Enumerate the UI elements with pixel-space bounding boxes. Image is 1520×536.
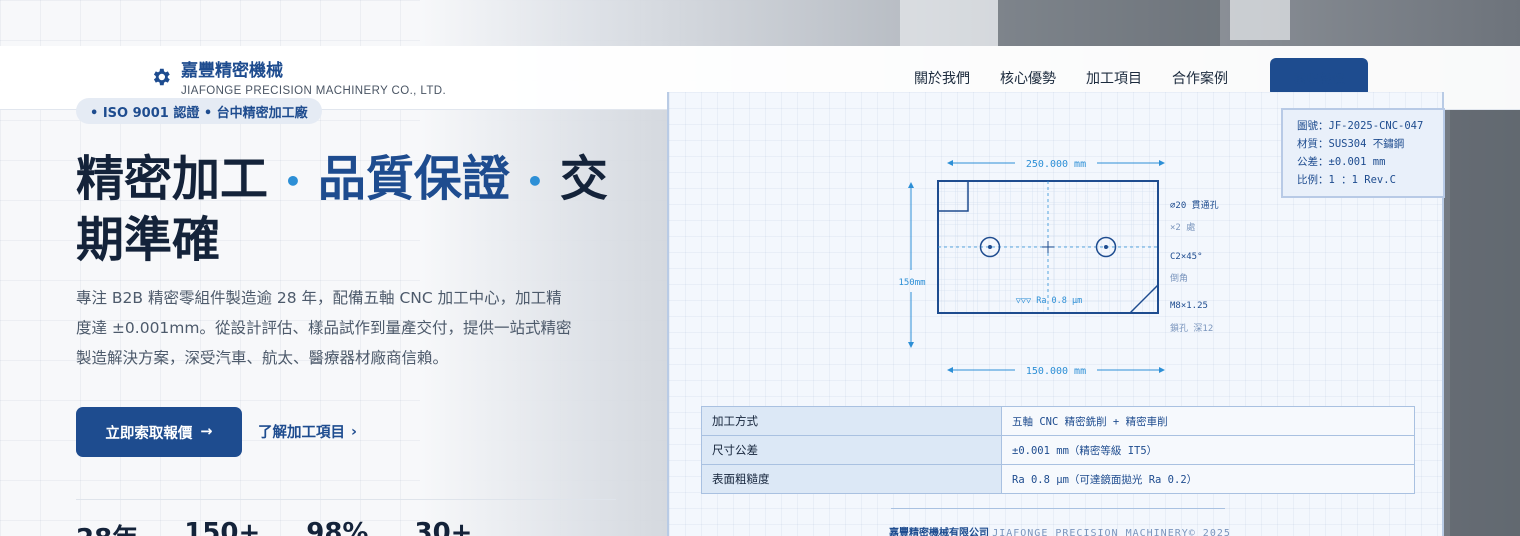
annotation-hole-sub: ×2 處	[1170, 221, 1195, 233]
photo-panel	[1230, 0, 1290, 40]
view-services-link[interactable]: 了解加工項目 ›	[258, 421, 357, 442]
title-block-drawing-no: 圖號：JF-2025-CNC-047	[1297, 120, 1424, 132]
title-separator: •	[284, 165, 302, 198]
gear-icon	[153, 68, 170, 86]
hero-title-part2: 品質保證	[317, 151, 510, 207]
stat-clients: 150+	[184, 518, 261, 536]
spec-key: 表面粗糙度	[701, 464, 1002, 494]
photo-panel	[900, 0, 998, 46]
table-row: 表面粗糙度 Ra 0.8 μm（可達鏡面拋光 Ra 0.2）	[701, 464, 1415, 494]
certification-badge: • ISO 9001 認證 • 台中精密加工廠	[76, 98, 322, 124]
title-block-scale: 比例：1 ：1 Rev.C	[1297, 174, 1396, 186]
dim-left-label: 150mm	[898, 278, 925, 288]
stat-rate: 98%	[306, 518, 369, 536]
hero-title-part1: 精密加工	[76, 151, 269, 207]
annotation-chamfer: C2×45°	[1170, 252, 1203, 262]
view-services-label: 了解加工項目	[258, 425, 345, 441]
hero-divider	[76, 499, 616, 500]
footer-company: 嘉豐精密機械有限公司	[889, 528, 989, 536]
annotation-thread: M8×1.25	[1170, 301, 1208, 311]
spec-value: Ra 0.8 μm（可達鏡面拋光 Ra 0.2）	[1001, 464, 1415, 494]
dim-top-label: 250.000 mm	[1026, 159, 1086, 170]
annotation-thread-sub: 鎖孔 深12	[1170, 322, 1213, 334]
spec-key: 尺寸公差	[701, 435, 1002, 465]
hero-description: 專注 B2B 精密零組件製造逾 28 年，配備五軸 CNC 加工中心，加工精度達…	[76, 289, 572, 367]
company-name-en: JIAFONGE PRECISION MACHINERY CO., LTD.	[181, 85, 447, 97]
hero-title: 精密加工 • 品質保證 • 交期準確	[76, 150, 636, 269]
annotation-hole: ⌀20 貫通孔	[1170, 200, 1219, 211]
nav-services[interactable]: 加工項目	[1086, 68, 1142, 88]
photo-panel	[998, 0, 1220, 46]
stat-countries: 30+	[414, 518, 473, 536]
title-block-material: 材質：SUS304 不鏽鋼	[1297, 138, 1405, 150]
stat-years: 28年	[76, 518, 138, 536]
dim-bottom-label: 150.000 mm	[1026, 366, 1086, 377]
blueprint-card: 250.000 mm 150mm ▽▽▽ Ra 0.8 μm 150.000 m…	[667, 92, 1445, 536]
company-name[interactable]: 嘉豐精密機械	[181, 56, 283, 81]
main-nav: 關於我們 核心優勢 加工項目 合作案例	[914, 68, 1228, 88]
request-quote-label: 立即索取報價	[105, 425, 193, 442]
blueprint-footer-divider	[891, 508, 1225, 509]
spec-table: 加工方式 五軸 CNC 精密銑削 + 精密車削 尺寸公差 ±0.001 mm（精…	[701, 406, 1415, 494]
nav-advantages[interactable]: 核心優勢	[1000, 68, 1056, 88]
photo-panel	[1450, 110, 1520, 536]
stats-row: 28年 150+ 98% 30+	[76, 518, 518, 536]
dimension-top: 250.000 mm	[947, 159, 1165, 170]
table-row: 加工方式 五軸 CNC 精密銑削 + 精密車削	[701, 406, 1415, 436]
spec-value: ±0.001 mm（精密等級 IT5）	[1001, 435, 1415, 465]
drawing-title-block: 圖號：JF-2025-CNC-047 材質：SUS304 不鏽鋼 公差：±0.0…	[1281, 108, 1445, 198]
annotations: ⌀20 貫通孔 ×2 處 C2×45° 倒角 M8×1.25 鎖孔 深12	[1170, 200, 1219, 334]
nav-about[interactable]: 關於我們	[914, 68, 970, 88]
request-quote-button[interactable]: 立即索取報價 →	[76, 407, 242, 457]
table-row: 尺寸公差 ±0.001 mm（精密等級 IT5）	[701, 435, 1415, 465]
arrow-right-icon: →	[200, 424, 213, 440]
title-block-tolerance: 公差：±0.001 mm	[1297, 156, 1386, 168]
part-outline: ▽▽▽ Ra 0.8 μm	[937, 180, 1159, 314]
annotation-chamfer-sub: 倒角	[1170, 272, 1188, 284]
title-separator: •	[525, 165, 544, 198]
dimension-left: 150mm	[898, 182, 926, 348]
dimension-bottom: 150.000 mm	[947, 366, 1165, 377]
blueprint-footer: 嘉豐精密機械有限公司 JIAFONGE PRECISION MACHINERY©…	[889, 524, 1231, 536]
spec-value: 五軸 CNC 精密銑削 + 精密車削	[1001, 406, 1415, 436]
spec-key: 加工方式	[701, 406, 1002, 436]
footer-english: JIAFONGE PRECISION MACHINERY© 2025	[992, 528, 1231, 536]
nav-cases[interactable]: 合作案例	[1172, 68, 1228, 88]
surface-note: ▽▽▽ Ra 0.8 μm	[1016, 296, 1083, 306]
chevron-right-icon: ›	[351, 423, 357, 440]
